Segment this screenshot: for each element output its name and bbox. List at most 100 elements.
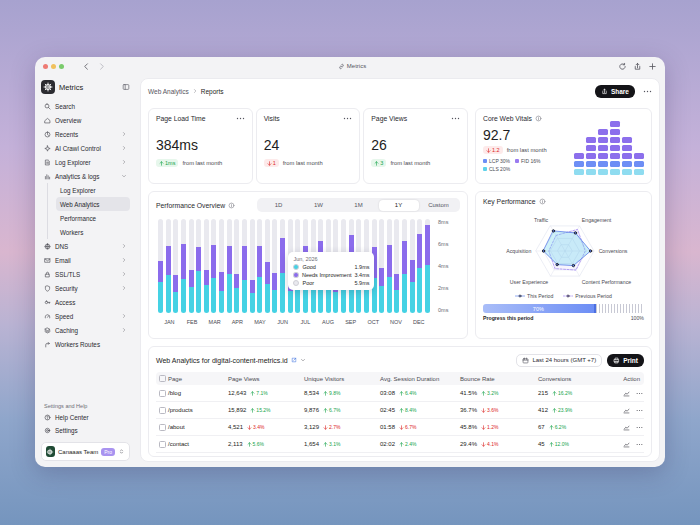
sidebar-item[interactable]: Help Center (41, 411, 130, 424)
block (598, 145, 608, 151)
page-cell: /products (168, 407, 228, 413)
back-icon[interactable] (82, 62, 91, 71)
row-checkbox[interactable] (159, 390, 166, 397)
sidebar-subitem[interactable]: Log Explorer (56, 183, 130, 197)
minimize-button[interactable] (51, 64, 56, 69)
range-tab[interactable]: 1W (299, 200, 339, 211)
info-icon[interactable] (535, 115, 542, 122)
sidebar-item[interactable]: Access (41, 295, 130, 309)
x-tick: APR (226, 319, 249, 325)
sidebar-subitem[interactable]: Workers (56, 225, 130, 239)
link-icon (338, 63, 345, 70)
window-body: Metrics Search Overview Recents AI Crawl… (35, 75, 665, 467)
refresh-icon[interactable] (618, 62, 627, 71)
stacked-bar (204, 219, 209, 313)
tooltip-label: Good (302, 264, 351, 270)
block (598, 129, 608, 135)
more-icon (636, 390, 643, 397)
breadcrumb-item[interactable]: Web Analytics (148, 88, 189, 95)
sidebar-item[interactable]: Overview (41, 113, 130, 127)
sidebar-item[interactable]: Email (41, 253, 130, 267)
bar-segment (379, 219, 384, 268)
more-icon[interactable] (643, 90, 652, 93)
more-button[interactable] (634, 405, 644, 415)
sidebar-item[interactable]: DNS (41, 239, 130, 253)
range-tab[interactable]: 1Y (379, 200, 419, 211)
table-row[interactable]: /blog 12,643 7.1%8,534 9.8%03:08 6.4%41.… (156, 385, 644, 402)
stacked-bar (166, 219, 171, 313)
sidebar-subitem[interactable]: Web Analytics (56, 197, 130, 211)
chart-button[interactable] (621, 388, 631, 398)
sidebar-item[interactable]: Security (41, 281, 130, 295)
table-row[interactable]: /about 4,521 3.4%3,129 2.7%01:58 6.7%45.… (156, 419, 644, 436)
info-icon[interactable] (228, 202, 235, 209)
sidebar-item[interactable]: Workers Routes (41, 337, 130, 351)
cell-value: 1,654 (304, 441, 319, 447)
range-tab[interactable]: 1M (339, 200, 379, 211)
row-checkbox[interactable] (159, 441, 166, 448)
table-title[interactable]: Web Analytics for digital-content-metric… (156, 357, 306, 364)
chart-button[interactable] (621, 439, 631, 449)
more-button[interactable] (634, 422, 644, 432)
share-button[interactable]: Share (595, 85, 635, 98)
bar-segment (295, 219, 300, 257)
change-badge: 1 (264, 159, 279, 167)
x-tick: SEP (339, 319, 362, 325)
column-header: Page Views (228, 376, 304, 382)
time-range-picker[interactable]: Last 24 hours (GMT +7) (516, 354, 602, 367)
block-column (574, 153, 584, 175)
sidebar-item[interactable]: Log Explorer (41, 155, 130, 169)
row-checkbox[interactable] (159, 407, 166, 414)
new-tab-icon[interactable] (648, 62, 657, 71)
more-icon[interactable] (451, 117, 460, 120)
sidebar-item[interactable]: Recents (41, 127, 130, 141)
sidebar-item[interactable]: SSL/TLS (41, 267, 130, 281)
bar-segment (234, 274, 239, 288)
chart-button[interactable] (621, 405, 631, 415)
sidebar-item[interactable]: Caching (41, 323, 130, 337)
sidebar-item[interactable]: Speed (41, 309, 130, 323)
radar-point (572, 264, 574, 266)
forward-icon[interactable] (97, 62, 106, 71)
bar-segment (219, 291, 224, 313)
maximize-button[interactable] (59, 64, 64, 69)
team-switcher[interactable]: Canaaas Team Pro (41, 442, 130, 461)
cell-change: 23.9% (552, 407, 572, 413)
sidebar-item[interactable]: Settings (41, 424, 130, 437)
bar-segment (280, 238, 285, 273)
cell-change-value: 2.7% (329, 424, 340, 430)
select-all-checkbox[interactable] (159, 375, 166, 382)
table-row[interactable]: /products 15,892 15.2%9,876 6.7%02:45 8.… (156, 402, 644, 419)
plan-badge: Pro (101, 448, 115, 456)
sidebar-subitem[interactable]: Performance (56, 211, 130, 225)
sidebar-item-label: Security (55, 285, 117, 292)
page-actions: Share (595, 85, 652, 98)
sidebar-item[interactable]: Analytics & logs (41, 169, 130, 183)
stacked-bar (280, 219, 285, 313)
legend-label: CLS 20% (489, 166, 510, 172)
table-row[interactable]: /contact 2,113 5.6%1,654 3.1%02:02 2.4%2… (156, 436, 644, 453)
sidebar-item[interactable]: Search (41, 99, 130, 113)
cell-change: 3.4% (247, 424, 264, 430)
block (586, 153, 596, 159)
bar-segment (158, 261, 163, 282)
title-bar: Metrics (35, 57, 665, 75)
page-header: Web Analytics Reports Share (148, 83, 652, 99)
row-checkbox[interactable] (159, 424, 166, 431)
sidebar-item[interactable]: AI Crawl Control (41, 141, 130, 155)
breadcrumb-item[interactable]: Reports (201, 88, 224, 95)
info-icon[interactable] (539, 198, 546, 205)
more-button[interactable] (634, 439, 644, 449)
more-button[interactable] (634, 388, 644, 398)
sidebar-toggle-icon[interactable] (122, 83, 130, 91)
range-tab[interactable]: 1D (259, 200, 299, 211)
print-button[interactable]: Print (607, 354, 644, 367)
cell-change-value: 3.6% (487, 407, 498, 413)
more-icon[interactable] (343, 117, 352, 120)
cell-change-value: 3.1% (329, 441, 340, 447)
chart-button[interactable] (621, 422, 631, 432)
close-button[interactable] (43, 64, 48, 69)
share-icon[interactable] (633, 62, 642, 71)
more-icon[interactable] (236, 117, 245, 120)
range-tab[interactable]: Custom (419, 200, 459, 211)
